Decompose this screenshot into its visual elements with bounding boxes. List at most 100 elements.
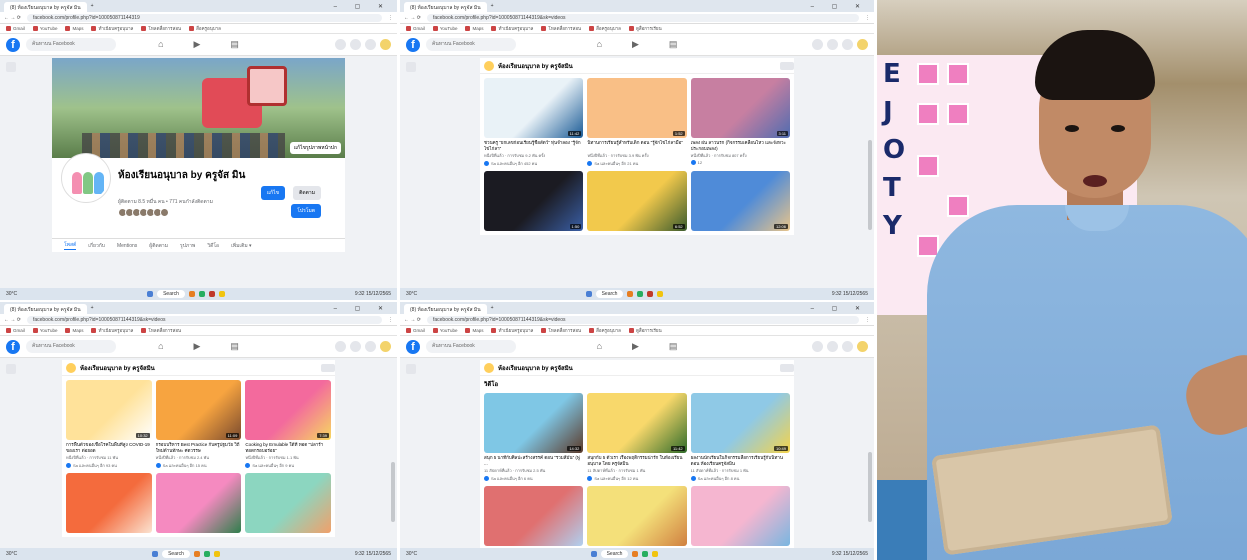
video-thumbnail[interactable]: 7:39 <box>245 380 331 440</box>
start-icon[interactable] <box>590 551 597 557</box>
bookmark-item[interactable]: โหลดสื่อการสอน <box>141 327 181 334</box>
menu-grid-icon[interactable] <box>335 341 346 352</box>
facebook-logo-icon[interactable]: f <box>406 339 420 354</box>
messenger-icon[interactable] <box>827 39 838 50</box>
weather-widget[interactable]: 30°C <box>406 291 417 297</box>
videos-page-name[interactable]: ห้องเรียนอนุบาล by ครูจัสมิน <box>498 363 573 373</box>
taskbar-search[interactable]: Search <box>595 290 624 298</box>
weather-widget[interactable]: 30°C <box>6 551 17 557</box>
video-reactions[interactable]: Sa และคนอื่นๆ อีก 452 คน <box>484 160 583 167</box>
browser-tab[interactable]: (8) ห้องเรียนอนุบาล by ครูจัส มิน <box>404 2 487 12</box>
browser-tab[interactable]: (8) ห้องเรียนอนุบาล by ครูจัส มิน <box>404 304 487 314</box>
video-thumbnail[interactable] <box>690 486 790 546</box>
video-card[interactable] <box>66 473 152 533</box>
page-avatar[interactable] <box>62 154 110 202</box>
profile-avatar-icon[interactable] <box>857 341 868 352</box>
taskbar-app-icon[interactable] <box>632 551 639 557</box>
follow-button[interactable]: ติดตาม <box>293 186 321 200</box>
promote-button[interactable]: โปรโมต <box>291 204 321 218</box>
profile-avatar-icon[interactable] <box>380 341 391 352</box>
video-title[interactable]: Cooking by Ernulable ใต้ที่ ทอด "ปลาร้าท… <box>245 442 331 453</box>
notifications-icon[interactable] <box>365 341 376 352</box>
bookmark-item[interactable]: Gmail <box>406 328 425 333</box>
video-title[interactable]: ชวนครู "ยกเลขก่อนเรียนรู้ชื่อสัตว์" หุ่น… <box>484 140 583 151</box>
edit-cover-button[interactable]: แก้ไขรูปภาพหน้าปก <box>289 142 341 154</box>
menu-dots-icon[interactable]: ⋮ <box>388 317 393 323</box>
reload-icon[interactable]: ⟳ <box>417 317 421 323</box>
video-thumbnail[interactable]: 10:32 <box>66 380 152 440</box>
new-tab-icon[interactable]: + <box>491 305 494 311</box>
bookmark-item[interactable]: โหลดสื่อการสอน <box>141 25 181 32</box>
video-card[interactable]: 10:32 การฟื้นตัวของเชื้อโรคในพื้นที่สูง C… <box>66 380 152 469</box>
profile-avatar-icon[interactable] <box>380 39 391 50</box>
pages-icon[interactable]: ▤ <box>669 39 678 50</box>
bookmark-item[interactable]: Maps <box>65 328 83 333</box>
notifications-icon[interactable] <box>365 39 376 50</box>
follower-avatars[interactable] <box>118 208 169 217</box>
video-card[interactable] <box>245 473 331 533</box>
video-card[interactable]: 10:49 ผลงานนักเรียนในกิจกรรมสื่อการเรียนร… <box>690 393 790 482</box>
new-tab-icon[interactable]: + <box>91 305 94 311</box>
video-title[interactable]: นิทานการเรียนรู้สำหรับเด็ก ตอน "รู้จักไข… <box>587 140 686 151</box>
video-reactions[interactable]: Sa และคนอื่นๆ อีก 93 คน <box>66 462 152 469</box>
bookmark-item[interactable]: Maps <box>65 26 83 31</box>
bookmark-item[interactable]: สื่อครูอนุบาล <box>189 25 221 32</box>
bookmark-item[interactable]: โหลดสื่อการสอน <box>541 25 581 32</box>
taskbar-app-icon[interactable] <box>647 291 654 297</box>
facebook-search-input[interactable]: ค้นหาบน Facebook <box>26 38 116 51</box>
page-mini-avatar[interactable] <box>484 60 494 71</box>
page-stats[interactable]: ผู้ติดตาม 8.5 หมื่น คน • 771 คนกำลังติดต… <box>118 198 213 206</box>
facebook-logo-icon[interactable]: f <box>6 37 20 52</box>
home-icon[interactable]: ⌂ <box>597 39 602 50</box>
chrome-icon[interactable] <box>218 291 225 297</box>
url-field[interactable]: facebook.com/profile.php?id=100050871144… <box>426 315 859 324</box>
taskbar-app-icon[interactable] <box>193 551 200 557</box>
video-reactions[interactable]: 12 <box>691 160 790 165</box>
back-icon[interactable]: ← <box>404 15 409 21</box>
video-title[interactable]: กรอบบริหาร Best Practice กับครูปฐมวัย วิ… <box>156 442 242 453</box>
bookmark-item[interactable]: สื่อครูอนุบาล <box>589 327 621 334</box>
window-controls[interactable]: – ▢ ✕ <box>811 305 874 312</box>
video-thumbnail[interactable]: 11:42 <box>587 393 687 453</box>
bookmark-item[interactable]: ดูสื่อการเรียน <box>629 327 662 334</box>
taskbar-search[interactable]: Search <box>600 550 629 558</box>
new-tab-icon[interactable]: + <box>491 3 494 9</box>
video-card[interactable]: 11:09 กรอบบริหาร Best Practice กับครูปฐมว… <box>155 380 242 469</box>
video-reactions[interactable]: Sa และคนอื่นๆ อีก 15 คน <box>156 462 242 469</box>
video-card[interactable]: 6:52 <box>587 171 687 231</box>
watch-icon[interactable]: ▶ <box>194 39 201 50</box>
bookmark-item[interactable]: Maps <box>465 26 483 31</box>
video-card[interactable]: 7:39 Cooking by Ernulable ใต้ที่ ทอด "ปลา… <box>245 380 331 469</box>
video-card[interactable]: 12:06 <box>690 171 790 231</box>
tab-videos[interactable]: วิดีโอ <box>207 242 219 250</box>
video-reactions[interactable]: Sa และคนอื่นๆ อีก 12 คน <box>587 475 686 482</box>
video-thumbnail[interactable] <box>484 486 584 546</box>
video-card[interactable] <box>484 486 584 546</box>
watch-icon[interactable]: ▶ <box>632 341 639 352</box>
bookmark-item[interactable]: โหลดสื่อการสอน <box>541 327 581 334</box>
video-card[interactable]: 1:52 นิทานการเรียนรู้สำหรับเด็ก ตอน "รู้จ… <box>587 78 687 167</box>
video-thumbnail[interactable] <box>66 473 152 533</box>
window-controls[interactable]: – ▢ ✕ <box>334 3 397 10</box>
video-card[interactable] <box>690 486 790 546</box>
start-icon[interactable] <box>585 291 592 297</box>
forward-icon[interactable]: → <box>410 15 415 21</box>
reload-icon[interactable]: ⟳ <box>17 15 21 21</box>
messenger-icon[interactable] <box>350 39 361 50</box>
taskbar-app-icon[interactable] <box>642 551 649 557</box>
video-thumbnail[interactable]: 10:49 <box>690 393 790 453</box>
url-field[interactable]: facebook.com/profile.php?id=100050871144… <box>26 315 382 324</box>
browser-tab[interactable]: (8) ห้องเรียนอนุบาล by ครูจัส มิน <box>4 304 87 314</box>
video-thumbnail[interactable]: 6:52 <box>587 171 687 231</box>
back-icon[interactable]: ← <box>4 15 9 21</box>
pages-icon[interactable]: ▤ <box>230 341 239 352</box>
menu-dots-icon[interactable]: ⋮ <box>865 15 870 21</box>
video-thumbnail[interactable]: 1:50 <box>484 171 584 231</box>
page-mini-avatar[interactable] <box>484 362 494 373</box>
video-title[interactable]: ผลงานนักเรียนในกิจกรรมสื่อการเรียนรู้กับ… <box>691 455 790 466</box>
page-mini-avatar[interactable] <box>66 362 76 373</box>
video-card[interactable]: 11:42 สนุกกับ 5 ตัวเรา เรื่องพฤติกรรมน่าร… <box>587 393 687 482</box>
back-icon[interactable]: ← <box>4 317 9 323</box>
facebook-search-input[interactable]: ค้นหาบน Facebook <box>426 340 516 353</box>
facebook-logo-icon[interactable]: f <box>406 37 420 52</box>
